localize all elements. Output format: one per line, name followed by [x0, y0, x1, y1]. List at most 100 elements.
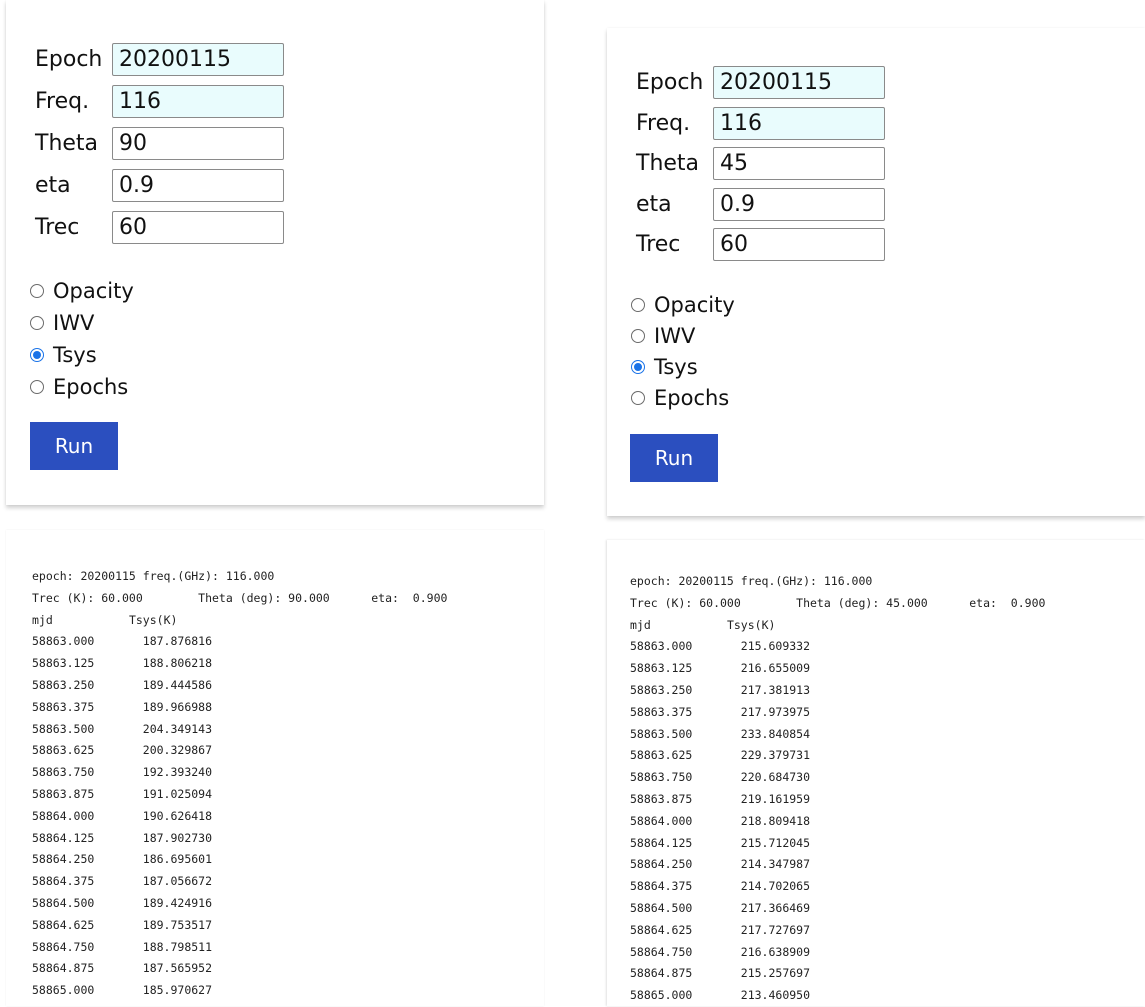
mjd-value: 58865.000 [630, 988, 693, 1003]
left-output-text: epoch: 20200115 freq.(GHz): 116.000 Trec… [32, 566, 447, 1002]
tsys-value: 215.609332 [740, 639, 811, 654]
eta-field: eta [6, 169, 306, 207]
radio-tsys[interactable]: Tsys [631, 352, 698, 382]
freq-field: Freq. [607, 107, 907, 145]
epoch-input[interactable] [713, 66, 885, 99]
tsys-value: 200.329867 [142, 743, 213, 758]
tsys-value: 229.379731 [740, 748, 811, 763]
theta-label: Theta [35, 131, 99, 156]
tsys-value: 216.638909 [740, 944, 811, 959]
freq-input[interactable] [112, 85, 284, 118]
output-column-headers: mjd Tsys(K) [630, 618, 775, 632]
radio-button[interactable] [631, 298, 645, 312]
trec-input[interactable] [713, 228, 885, 261]
output-row: 58864.625 189.753517 [32, 918, 212, 932]
tsys-value: 216.655009 [740, 661, 811, 676]
epoch-field: Epoch [6, 43, 306, 81]
radio-label: Tsys [654, 355, 698, 379]
radio-label: Opacity [654, 293, 735, 317]
left-form-panel: Epoch Freq. Theta eta Trec Opacity IWV T… [6, 0, 544, 505]
mjd-value: 58863.625 [630, 748, 693, 763]
output-header-line2: Trec (K): 60.000 Theta (deg): 90.000 eta… [32, 590, 448, 605]
radio-button-selected[interactable] [631, 360, 645, 374]
tsys-value: 186.695601 [142, 852, 213, 867]
run-button[interactable]: Run [630, 434, 718, 482]
radio-opacity[interactable]: Opacity [30, 276, 134, 306]
theta-field: Theta [6, 127, 306, 165]
run-button[interactable]: Run [30, 422, 118, 470]
theta-input[interactable] [713, 147, 885, 180]
output-row: 58863.500 204.349143 [32, 722, 212, 736]
radio-label: Epochs [654, 386, 730, 410]
mjd-value: 58864.250 [630, 857, 693, 872]
output-row: 58864.000 190.626418 [32, 809, 212, 823]
output-header-line1: epoch: 20200115 freq.(GHz): 116.000 [630, 574, 873, 588]
eta-field: eta [607, 188, 907, 226]
radio-epochs[interactable]: Epochs [30, 372, 128, 402]
tsys-value: 189.966988 [142, 699, 213, 714]
output-row: 58863.125 188.806218 [32, 656, 212, 670]
output-row: 58864.875 215.257697 [630, 966, 810, 980]
mjd-value: 58864.375 [32, 874, 95, 889]
radio-iwv[interactable]: IWV [30, 308, 94, 338]
tsys-value: 189.444586 [142, 677, 213, 692]
radio-tsys[interactable]: Tsys [30, 340, 97, 370]
mjd-value: 58864.625 [630, 922, 693, 937]
output-row: 58863.375 189.966988 [32, 700, 212, 714]
mjd-value: 58863.625 [32, 743, 95, 758]
radio-button[interactable] [30, 380, 44, 394]
radio-epochs[interactable]: Epochs [631, 383, 729, 413]
freq-input[interactable] [713, 107, 885, 140]
tsys-value: 217.727697 [740, 922, 811, 937]
theta-input[interactable] [112, 127, 284, 160]
mjd-value: 58865.000 [32, 983, 95, 998]
eta-input[interactable] [713, 188, 885, 221]
col-tsys-header: Tsys(K) [726, 617, 776, 632]
freq-field: Freq. [6, 85, 306, 123]
tsys-value: 187.902730 [142, 830, 213, 845]
radio-button-selected[interactable] [30, 348, 44, 362]
mjd-value: 58864.625 [32, 917, 95, 932]
output-row: 58864.000 218.809418 [630, 814, 810, 828]
output-row: 58864.375 214.702065 [630, 879, 810, 893]
tsys-value: 217.973975 [740, 704, 811, 719]
epoch-label: Epoch [35, 47, 103, 72]
tsys-value: 204.349143 [142, 721, 213, 736]
tsys-value: 214.347987 [740, 857, 811, 872]
radio-opacity[interactable]: Opacity [631, 290, 735, 320]
radio-button[interactable] [30, 316, 44, 330]
output-row: 58864.250 186.695601 [32, 852, 212, 866]
tsys-value: 187.056672 [142, 874, 213, 889]
mjd-value: 58863.250 [32, 677, 95, 692]
freq-label: Freq. [35, 89, 90, 114]
radio-button[interactable] [631, 391, 645, 405]
epoch-input[interactable] [112, 43, 284, 76]
tsys-value: 191.025094 [142, 786, 213, 801]
output-row: 58864.875 187.565952 [32, 961, 212, 975]
trec-input[interactable] [112, 211, 284, 244]
mjd-value: 58863.125 [630, 661, 693, 676]
tsys-value: 215.712045 [740, 835, 811, 850]
tsys-value: 214.702065 [740, 879, 811, 894]
output-row: 58863.750 192.393240 [32, 765, 212, 779]
mjd-value: 58863.875 [630, 791, 693, 806]
radio-button[interactable] [631, 329, 645, 343]
mjd-value: 58863.250 [630, 682, 693, 697]
output-row: 58863.625 200.329867 [32, 743, 212, 757]
radio-iwv[interactable]: IWV [631, 321, 695, 351]
output-row: 58863.875 191.025094 [32, 787, 212, 801]
output-row: 58864.500 217.366469 [630, 901, 810, 915]
tsys-value: 185.970627 [142, 983, 213, 998]
mjd-value: 58863.125 [32, 656, 95, 671]
output-row: 58864.500 189.424916 [32, 896, 212, 910]
mjd-value: 58864.000 [32, 808, 95, 823]
output-rows: 58863.000 187.876816 58863.125 188.80621… [32, 634, 212, 997]
tsys-value: 218.809418 [740, 813, 811, 828]
output-row: 58863.250 217.381913 [630, 683, 810, 697]
radio-button[interactable] [30, 284, 44, 298]
mjd-value: 58864.500 [32, 895, 95, 910]
output-row: 58864.625 217.727697 [630, 923, 810, 937]
radio-label: IWV [654, 324, 696, 348]
freq-label: Freq. [636, 111, 691, 136]
eta-input[interactable] [112, 169, 284, 202]
